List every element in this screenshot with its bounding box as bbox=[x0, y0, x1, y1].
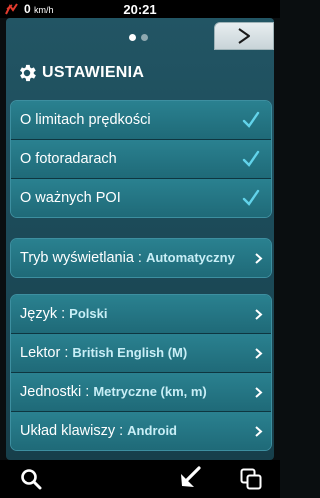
voice-row[interactable]: Lektor : British English (M) bbox=[11, 334, 271, 373]
bottom-navigation-bar bbox=[0, 460, 280, 498]
option-label: O limitach prędkości bbox=[20, 112, 151, 128]
chevron-right-icon bbox=[255, 253, 263, 264]
page-dot-active bbox=[129, 34, 136, 41]
keyboard-layout-row[interactable]: Układ klawiszy : Android bbox=[11, 412, 271, 450]
page-indicator bbox=[129, 28, 153, 46]
option-important-poi[interactable]: O ważnych POI bbox=[11, 179, 271, 217]
chevron-right-icon bbox=[255, 309, 263, 320]
settings-panel: USTAWIENIA O limitach prędkości O fotora… bbox=[6, 18, 274, 460]
units-row[interactable]: Jednostki : Metryczne (km, m) bbox=[11, 373, 271, 412]
gear-icon bbox=[20, 64, 36, 82]
check-icon bbox=[242, 111, 260, 128]
general-settings-group: Język : Polski Lektor : British English … bbox=[10, 294, 272, 451]
page-title: USTAWIENIA bbox=[42, 64, 145, 81]
page-dot-inactive bbox=[141, 34, 148, 41]
check-icon bbox=[242, 150, 260, 167]
language-row[interactable]: Język : Polski bbox=[11, 295, 271, 334]
search-icon[interactable] bbox=[20, 468, 42, 490]
status-bar: 0 km/h 20:21 bbox=[0, 0, 280, 18]
back-arrow-icon[interactable] bbox=[178, 466, 202, 490]
chevron-right-icon bbox=[238, 28, 250, 44]
units-value: Metryczne (km, m) bbox=[93, 384, 207, 399]
voice-value: British English (M) bbox=[72, 345, 188, 360]
clock: 20:21 bbox=[123, 2, 157, 17]
language-value: Polski bbox=[69, 306, 108, 321]
chevron-right-icon bbox=[255, 426, 263, 437]
display-mode-value: Automatyczny bbox=[145, 250, 235, 265]
chevron-right-icon bbox=[255, 348, 263, 359]
option-label: O fotoradarach bbox=[20, 151, 117, 167]
voice-label: Lektor : bbox=[20, 345, 73, 361]
option-label: O ważnych POI bbox=[20, 190, 121, 206]
keyboard-layout-value: Android bbox=[127, 423, 177, 438]
keyboard-layout-label: Układ klawiszy : bbox=[20, 423, 128, 439]
language-label: Język : bbox=[20, 306, 70, 322]
display-mode-group: Tryb wyświetlania : Automatyczny bbox=[10, 238, 272, 278]
chevron-right-icon bbox=[255, 387, 263, 398]
alerts-group: O limitach prędkości O fotoradarach O wa… bbox=[10, 100, 272, 218]
check-icon bbox=[242, 189, 260, 206]
display-mode-label: Tryb wyświetlania : bbox=[20, 250, 146, 266]
option-speed-cameras[interactable]: O fotoradarach bbox=[11, 140, 271, 179]
display-mode-row[interactable]: Tryb wyświetlania : Automatyczny bbox=[11, 239, 271, 277]
option-speed-limits[interactable]: O limitach prędkości bbox=[11, 101, 271, 140]
windows-icon[interactable] bbox=[240, 468, 262, 490]
next-page-button[interactable] bbox=[214, 22, 274, 50]
units-label: Jednostki : bbox=[20, 384, 94, 400]
